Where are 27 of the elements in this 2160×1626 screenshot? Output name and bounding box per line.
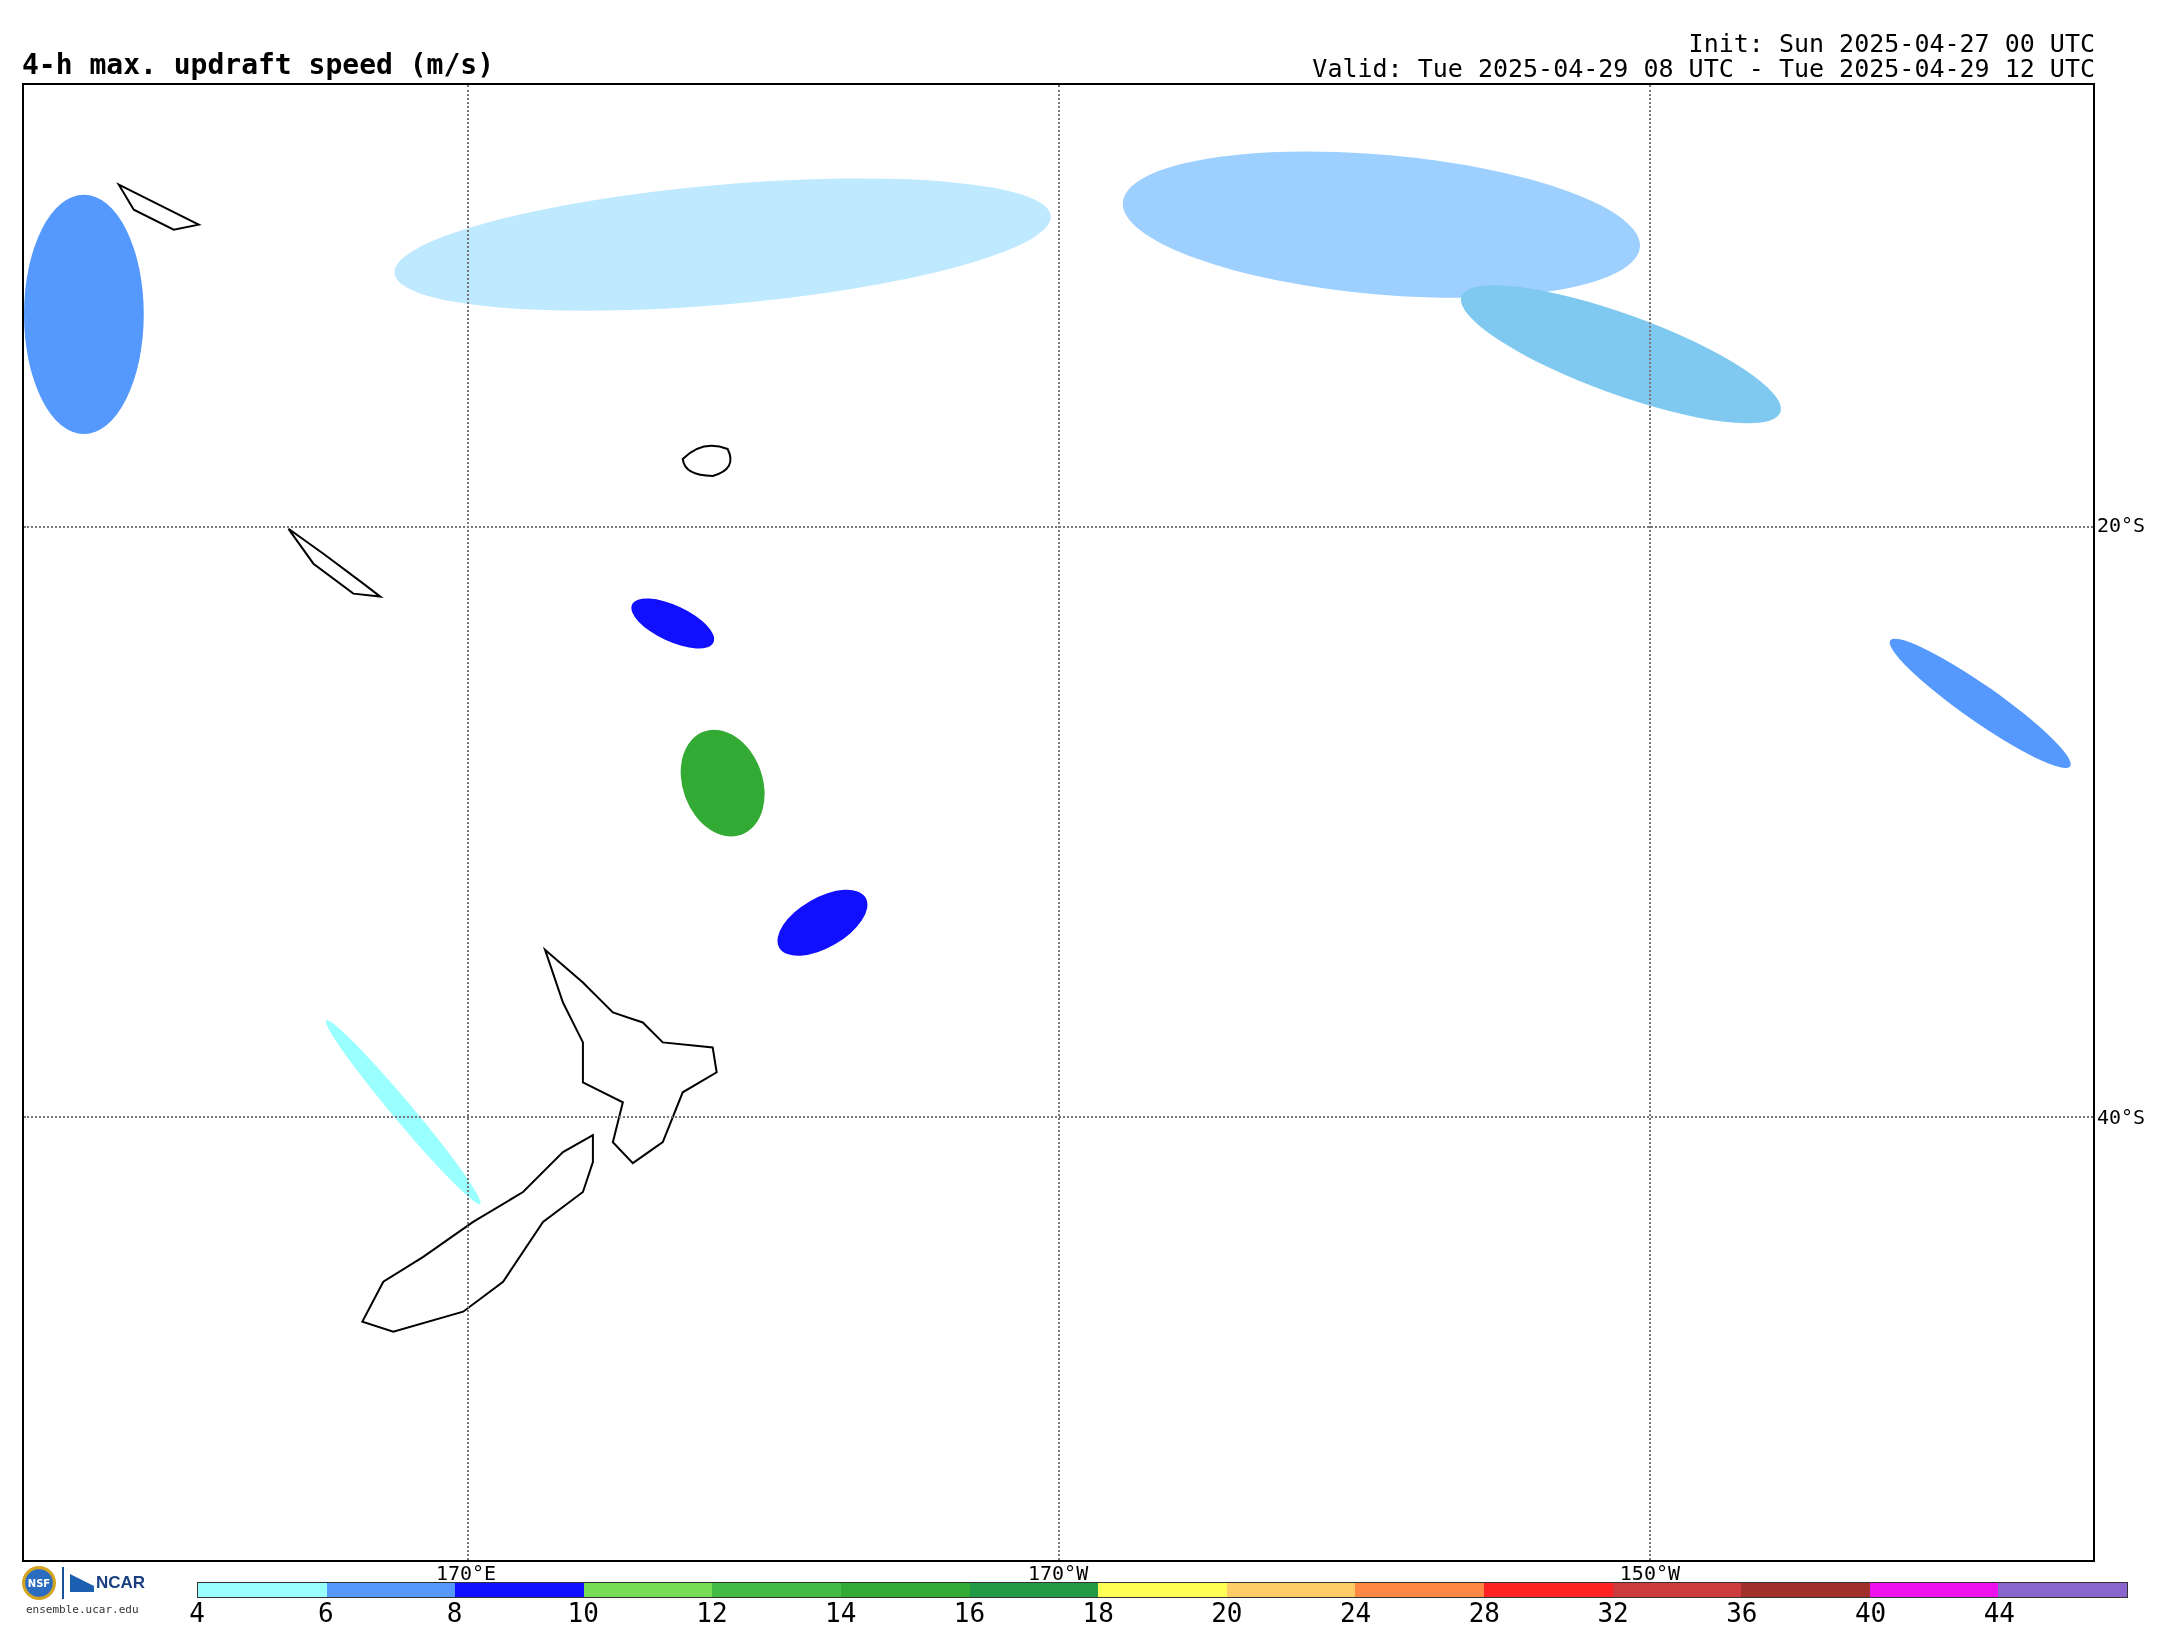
logo-text: NCAR [96, 1573, 146, 1593]
init-time: Init: Sun 2025-04-27 00 UTC [1688, 31, 2095, 56]
scale-label: 28 [1468, 1600, 1500, 1626]
scale-label: 20 [1211, 1600, 1243, 1626]
scale-label: 40 [1854, 1600, 1887, 1626]
scale-label: 4 [189, 1600, 205, 1626]
scale-label: 16 [953, 1600, 986, 1626]
scale-label: 32 [1597, 1600, 1629, 1626]
scale-label: 10 [567, 1600, 599, 1626]
scale-label: 6 [317, 1600, 334, 1626]
latitude-label: 20°S [2097, 515, 2146, 536]
longitude-label: 150°W [1619, 1563, 1681, 1583]
scale-label: 44 [1983, 1600, 2015, 1626]
scale-label: 18 [1082, 1600, 1114, 1626]
logo-icon [70, 1574, 94, 1592]
scale-label: 24 [1339, 1600, 1372, 1626]
scale-label: 12 [696, 1600, 728, 1626]
chart-title: 4-h max. updraft speed (m/s) [22, 50, 494, 81]
valid-time: Valid: Tue 2025-04-29 08 UTC - Tue 2025-04-29 12 UTC [1312, 56, 2095, 81]
scale-label: 36 [1726, 1600, 1758, 1626]
longitude-label: 170°E [435, 1563, 497, 1583]
logo-emblem: NSF [22, 1566, 56, 1600]
site-url: ensemble.ucar.edu [26, 1603, 139, 1616]
scale-label: 14 [825, 1600, 857, 1626]
longitude-label: 170°W [1027, 1563, 1089, 1583]
scale-label: 8 [446, 1600, 463, 1626]
latitude-label: 40°S [2097, 1106, 2146, 1127]
